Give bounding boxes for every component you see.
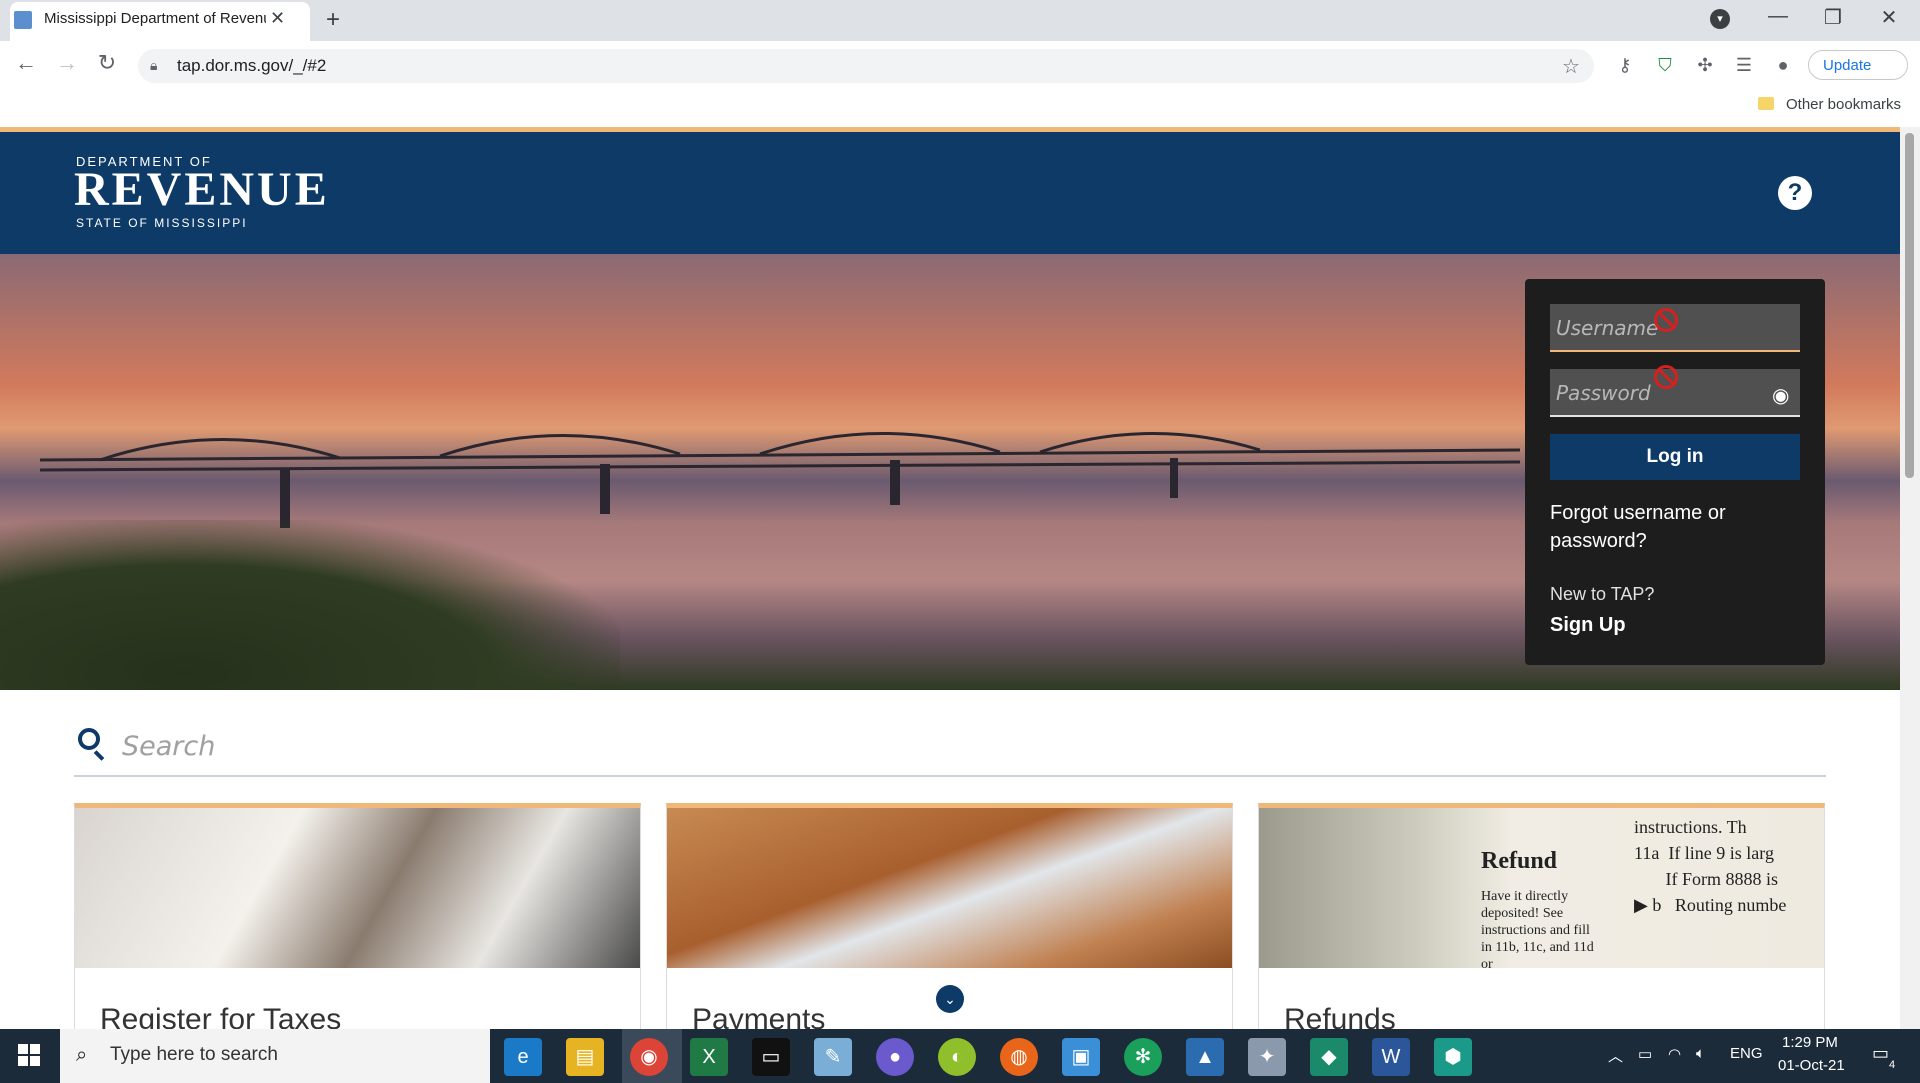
windows-start-icon[interactable] [18,1044,40,1066]
refunds-card[interactable]: Refund Have it directly deposited! See i… [1258,803,1825,1053]
login-button[interactable]: Log in [1550,434,1800,480]
reading-list-icon[interactable]: ☰ [1730,55,1758,76]
profile-avatar-icon[interactable]: ● [1769,55,1797,76]
excel-icon[interactable]: X [690,1038,728,1076]
notifications-icon[interactable]: ▭ [1872,1043,1889,1064]
scrollbar-thumb[interactable] [1905,133,1914,478]
chrome-icon[interactable]: ◉ [630,1038,668,1076]
new-to-tap-label: New to TAP? [1550,584,1655,604]
battery-icon[interactable]: ▭ [1638,1045,1652,1063]
address-bar[interactable] [138,49,1594,83]
hero-trees [0,520,620,690]
clock-date[interactable]: 01-Oct-21 [1778,1057,1845,1074]
app-star-icon[interactable]: ✻ [1124,1038,1162,1076]
update-button[interactable]: Update [1808,50,1908,80]
notepad-icon[interactable]: ✎ [814,1038,852,1076]
url-text[interactable]: tap.dor.ms.gov/_/#2 [177,56,326,76]
notification-count: 4 [1889,1059,1896,1071]
help-icon[interactable]: ? [1778,176,1812,210]
terminal-icon[interactable]: ▭ [752,1038,790,1076]
app-green-icon[interactable]: ◐ [938,1038,976,1076]
taskbar-search-placeholder[interactable]: Type here to search [110,1044,278,1066]
close-window-icon[interactable]: ✕ [1869,5,1909,30]
register-card[interactable]: Register for Taxes [74,803,641,1053]
lock-icon[interactable]: 🔒︎ [150,57,157,74]
bridge-silhouette [40,432,1521,528]
folder-icon [1758,97,1774,110]
new-tab-icon[interactable]: + [326,6,340,34]
firefox-icon[interactable]: ◍ [1000,1038,1038,1076]
app-hex-icon[interactable]: ⬢ [1434,1038,1472,1076]
refunds-card-image: Refund Have it directly deposited! See i… [1259,808,1824,972]
search-icon: ⌕ [76,1044,88,1066]
payments-card[interactable]: Payments [666,803,1233,1053]
close-tab-icon[interactable]: ✕ [270,8,285,29]
edge-icon[interactable]: e [504,1038,542,1076]
extensions-puzzle-icon[interactable]: ✣ [1691,55,1719,76]
language-indicator[interactable]: ENG [1730,1045,1763,1062]
show-password-eye-icon[interactable]: ◉ [1772,383,1789,408]
minimize-icon[interactable]: — [1758,5,1798,28]
search-input[interactable] [120,720,1824,772]
bookmark-star-icon[interactable]: ☆ [1562,54,1580,79]
maximize-icon[interactable]: ❐ [1813,5,1853,30]
shield-extension-icon[interactable]: ⛉ [1651,55,1679,76]
logo-state-text: STATE OF MISSISSIPPI [76,216,248,230]
refund-image-heading: Refund [1481,848,1558,874]
file-explorer-icon[interactable]: ▤ [566,1038,604,1076]
back-icon[interactable]: ← [10,50,42,76]
logo-revenue-text[interactable]: REVENUE [74,162,330,217]
reload-icon[interactable]: ↻ [91,50,123,76]
payments-card-image [667,808,1232,968]
volume-icon[interactable]: 🔈︎ [1696,1045,1705,1062]
search-underline [74,775,1826,777]
blocked-icon [1654,308,1678,332]
photos-icon[interactable]: ▲ [1186,1038,1224,1076]
app-lightbulb-icon[interactable]: ◆ [1310,1038,1348,1076]
chevron-down-icon[interactable]: ⌄ [936,985,964,1013]
register-card-image [75,808,640,968]
refund-image-body: Have it directly deposited! See instruct… [1481,889,1594,972]
app-window-icon[interactable]: ▣ [1062,1038,1100,1076]
forward-icon[interactable]: → [51,50,83,76]
tray-chevron-up-icon[interactable]: ︿ [1608,1045,1623,1066]
clock-time[interactable]: 1:29 PM [1782,1034,1838,1051]
other-bookmarks-link[interactable]: Other bookmarks [1786,96,1901,113]
tab-search-icon[interactable]: ▾ [1710,9,1730,29]
refund-image-side-text: instructions. Th 11a If line 9 is larg I… [1634,817,1787,915]
wifi-icon[interactable]: ◠ [1668,1045,1681,1063]
paint-palette-icon[interactable]: ✦ [1248,1038,1286,1076]
blocked-icon [1654,365,1678,389]
tab-title: Mississippi Department of Revenue [44,10,266,27]
word-icon[interactable]: W [1372,1038,1410,1076]
bookmarks-bar [0,91,1920,127]
sign-up-link[interactable]: Sign Up [1550,614,1626,637]
search-icon[interactable] [78,728,100,750]
site-favicon-icon [14,11,32,29]
forgot-credentials-link[interactable]: Forgot username or password? [1550,499,1800,555]
key-extension-icon[interactable]: ⚷ [1611,55,1639,76]
paint-drop-icon[interactable]: ● [876,1038,914,1076]
